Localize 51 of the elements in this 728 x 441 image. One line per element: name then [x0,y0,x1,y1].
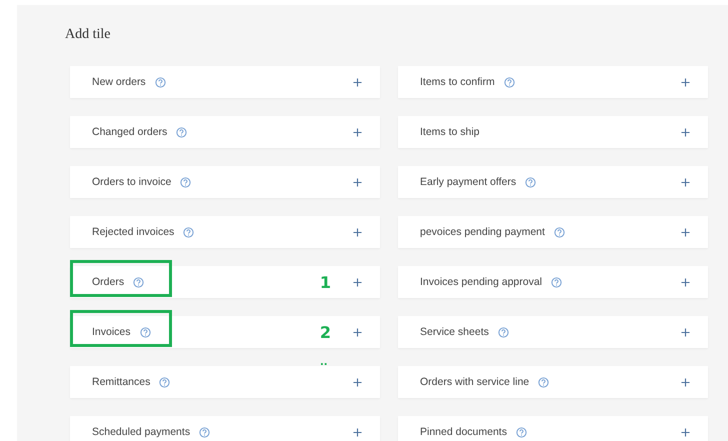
help-icon[interactable] [140,326,151,338]
help-icon[interactable] [538,376,550,388]
plus-icon [681,378,690,386]
help-icon[interactable] [159,376,170,388]
plus-icon [353,278,362,286]
plus-icon [681,178,690,186]
plus-icon [353,178,362,186]
plus-icon [353,378,362,386]
tile-name: Scheduled payments [92,426,190,438]
help-icon[interactable] [504,76,515,88]
help-icon[interactable] [133,276,144,288]
tile-name: pevoices pending payment [420,226,545,238]
tile-name: Orders [92,276,124,288]
help-icon[interactable] [199,426,210,438]
plus-icon [681,78,690,86]
plus-icon [353,78,362,86]
annotation-number: 2 [320,322,331,342]
plus-icon [681,278,690,286]
help-icon[interactable] [154,76,166,88]
help-icon[interactable] [516,426,527,438]
annotation-dots: .. [320,358,328,368]
tile-name: Orders with service line [420,376,530,388]
tile-name: New orders [92,76,146,88]
help-icon[interactable] [498,326,509,338]
tile-name: Changed orders [92,126,168,138]
plus-icon [681,328,690,336]
plus-icon [353,328,362,336]
help-icon[interactable] [554,226,565,238]
annotation-number: 1 [320,272,331,292]
plus-icon [681,428,690,436]
help-icon[interactable] [176,126,188,138]
tile-name: Service sheets [420,326,489,338]
plus-icon [353,128,362,136]
help-icon[interactable] [551,276,562,288]
help-icon[interactable] [180,176,192,188]
tile-name: Pinned documents [420,426,507,438]
tile-name: Invoices [92,326,131,338]
plus-icon [353,428,362,436]
tile-name: Rejected invoices [92,226,174,238]
tile-name: Items to ship [420,126,480,138]
help-icon[interactable] [183,226,194,238]
tile-name: Items to confirm [420,76,495,88]
plus-icon [353,228,362,236]
tile-name: Invoices pending approval [420,276,542,288]
plus-icon [681,128,690,136]
dialog-title: Add tile [65,26,112,44]
help-icon[interactable] [525,176,536,188]
tile-name: Early payment offers [420,176,516,188]
plus-icon [681,228,690,236]
tile-name: Orders to invoice [92,176,172,188]
tile-name: Remittances [92,376,150,388]
